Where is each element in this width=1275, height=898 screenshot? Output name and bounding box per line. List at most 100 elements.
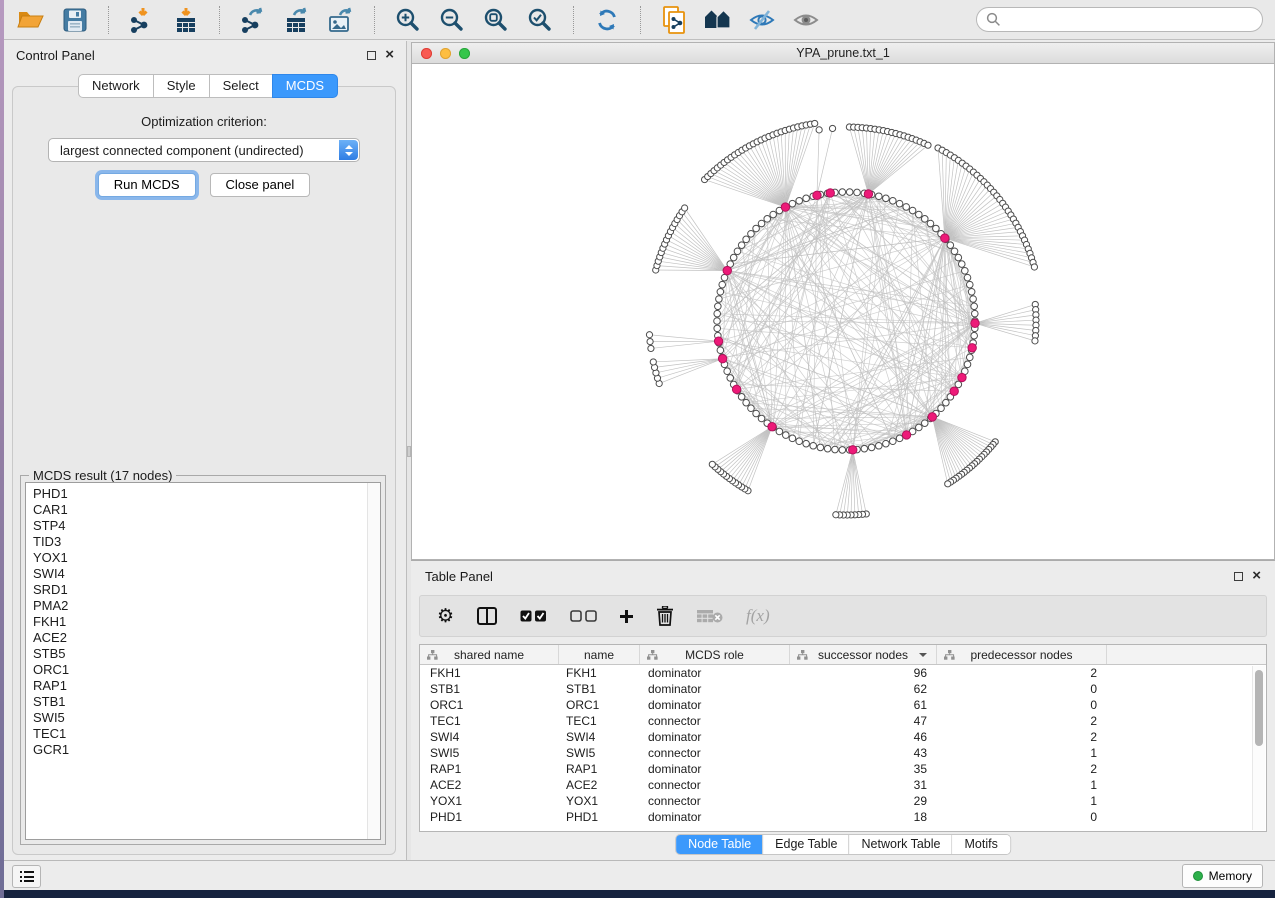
network-canvas[interactable] bbox=[411, 64, 1275, 560]
fit-content-button[interactable] bbox=[481, 6, 511, 34]
network-node[interactable] bbox=[717, 347, 724, 354]
network-node[interactable] bbox=[839, 189, 846, 196]
network-node[interactable] bbox=[861, 445, 868, 452]
network-node[interactable] bbox=[789, 200, 796, 207]
network-node[interactable] bbox=[890, 197, 897, 204]
mcds-result-item[interactable]: RAP1 bbox=[33, 678, 380, 694]
network-node[interactable] bbox=[743, 236, 750, 243]
table-mode-gear-button[interactable]: ⚙ bbox=[437, 601, 454, 631]
table-row[interactable]: SWI4SWI4dominator462 bbox=[420, 729, 1266, 745]
network-node[interactable] bbox=[812, 120, 818, 126]
mcds-result-item[interactable]: GCR1 bbox=[33, 742, 380, 758]
network-node[interactable] bbox=[883, 195, 890, 202]
network-node[interactable] bbox=[925, 142, 931, 148]
mcds-node[interactable] bbox=[941, 234, 949, 242]
network-node[interactable] bbox=[796, 197, 803, 204]
network-node[interactable] bbox=[758, 415, 765, 422]
network-node[interactable] bbox=[709, 461, 715, 467]
network-node[interactable] bbox=[743, 399, 750, 406]
mcds-result-item[interactable]: PMA2 bbox=[33, 598, 380, 614]
table-row[interactable]: RAP1RAP1dominator352 bbox=[420, 761, 1266, 777]
memory-button[interactable]: Memory bbox=[1182, 864, 1263, 888]
network-node[interactable] bbox=[715, 303, 722, 310]
export-image-button[interactable] bbox=[326, 6, 356, 34]
mcds-node[interactable] bbox=[958, 373, 966, 381]
maximize-window-button[interactable] bbox=[459, 48, 470, 59]
network-node[interactable] bbox=[909, 207, 916, 214]
save-session-button[interactable] bbox=[60, 6, 90, 34]
apply-function-button[interactable]: f(x) bbox=[746, 601, 770, 631]
network-node[interactable] bbox=[875, 193, 882, 200]
network-node[interactable] bbox=[738, 394, 745, 401]
network-node[interactable] bbox=[970, 296, 977, 303]
mcds-node[interactable] bbox=[849, 446, 857, 454]
close-panel-button[interactable]: × bbox=[385, 50, 394, 60]
network-node[interactable] bbox=[829, 125, 835, 131]
float-table-panel-button[interactable] bbox=[1234, 572, 1243, 581]
mcds-list-scrollbar[interactable] bbox=[367, 483, 380, 839]
network-node[interactable] bbox=[896, 435, 903, 442]
network-node[interactable] bbox=[868, 444, 875, 451]
network-node[interactable] bbox=[945, 481, 951, 487]
network-node[interactable] bbox=[730, 254, 737, 261]
column-header-mcds-role[interactable]: MCDS role bbox=[640, 645, 790, 664]
network-node[interactable] bbox=[921, 216, 928, 223]
network-node[interactable] bbox=[938, 405, 945, 412]
network-node[interactable] bbox=[927, 220, 934, 227]
network-node[interactable] bbox=[890, 438, 897, 445]
column-header-name[interactable]: name bbox=[559, 645, 640, 664]
mcds-node[interactable] bbox=[968, 344, 976, 352]
network-node[interactable] bbox=[748, 230, 755, 237]
network-node[interactable] bbox=[721, 274, 728, 281]
first-neighbors-button[interactable] bbox=[703, 6, 733, 34]
network-node[interactable] bbox=[648, 345, 654, 351]
mcds-node[interactable] bbox=[928, 413, 936, 421]
network-node[interactable] bbox=[738, 242, 745, 249]
network-node[interactable] bbox=[810, 442, 817, 449]
close-mcds-panel-button[interactable]: Close panel bbox=[210, 173, 311, 197]
network-node[interactable] bbox=[1031, 264, 1037, 270]
task-history-button[interactable] bbox=[12, 865, 41, 888]
mcds-result-item[interactable]: STB5 bbox=[33, 646, 380, 662]
network-node[interactable] bbox=[782, 432, 789, 439]
network-node[interactable] bbox=[646, 332, 652, 338]
network-node[interactable] bbox=[770, 211, 777, 218]
network-node[interactable] bbox=[724, 368, 731, 375]
zoom-in-button[interactable] bbox=[393, 6, 423, 34]
network-node[interactable] bbox=[943, 399, 950, 406]
zoom-selected-button[interactable] bbox=[525, 6, 555, 34]
network-node[interactable] bbox=[758, 220, 765, 227]
network-node[interactable] bbox=[650, 359, 656, 365]
mcds-result-item[interactable]: CAR1 bbox=[33, 502, 380, 518]
network-node[interactable] bbox=[796, 438, 803, 445]
network-node[interactable] bbox=[716, 296, 723, 303]
network-node[interactable] bbox=[714, 325, 721, 332]
mcds-node[interactable] bbox=[723, 266, 731, 274]
mcds-result-item[interactable]: ORC1 bbox=[33, 662, 380, 678]
network-node[interactable] bbox=[727, 375, 734, 382]
network-node[interactable] bbox=[947, 242, 954, 249]
network-node[interactable] bbox=[734, 248, 741, 255]
network-node[interactable] bbox=[962, 267, 969, 274]
network-node[interactable] bbox=[748, 405, 755, 412]
minimize-window-button[interactable] bbox=[440, 48, 451, 59]
mcds-result-item[interactable]: YOX1 bbox=[33, 550, 380, 566]
network-node[interactable] bbox=[903, 204, 910, 211]
delete-columns-button[interactable] bbox=[656, 601, 674, 631]
tab-select[interactable]: Select bbox=[209, 74, 273, 98]
network-node[interactable] bbox=[714, 318, 721, 325]
network-node[interactable] bbox=[714, 310, 721, 317]
network-node[interactable] bbox=[764, 216, 771, 223]
export-network-button[interactable] bbox=[238, 6, 268, 34]
network-node[interactable] bbox=[776, 428, 783, 435]
network-node[interactable] bbox=[789, 435, 796, 442]
network-node[interactable] bbox=[955, 381, 962, 388]
mcds-node[interactable] bbox=[718, 355, 726, 363]
tab-style[interactable]: Style bbox=[153, 74, 210, 98]
network-node[interactable] bbox=[966, 281, 973, 288]
network-node[interactable] bbox=[854, 189, 861, 196]
table-row[interactable]: SWI5SWI5connector431 bbox=[420, 745, 1266, 761]
network-node[interactable] bbox=[964, 274, 971, 281]
network-node[interactable] bbox=[832, 446, 839, 453]
mcds-result-list[interactable]: PHD1CAR1STP4TID3YOX1SWI4SRD1PMA2FKH1ACE2… bbox=[25, 482, 381, 840]
